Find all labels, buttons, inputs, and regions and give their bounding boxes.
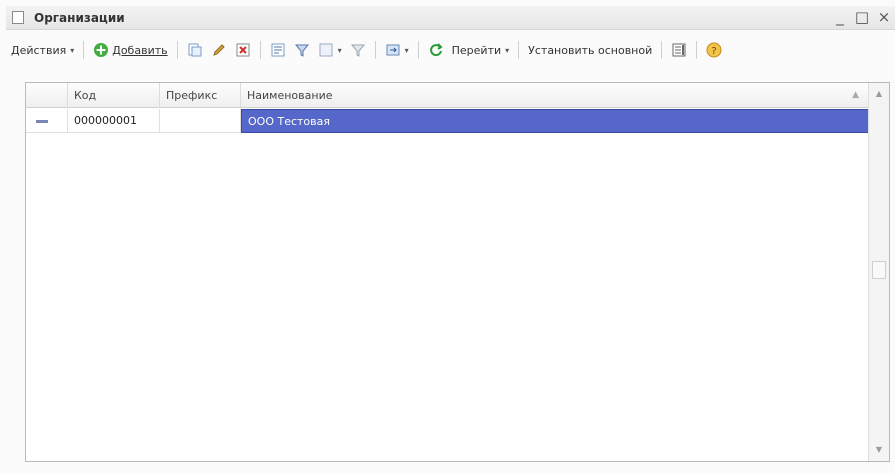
list-settings-icon xyxy=(271,43,285,57)
set-main-button[interactable]: Установить основной xyxy=(525,39,655,61)
title-bar: Организации _ □ × xyxy=(6,6,895,30)
minimize-button[interactable]: _ xyxy=(831,8,849,26)
chevron-down-icon: ▾ xyxy=(505,45,510,55)
column-header-name[interactable]: Наименование ▲ xyxy=(241,83,869,108)
filter-value-button[interactable]: ▾ xyxy=(315,39,345,61)
cell-code[interactable]: 000000001 xyxy=(68,109,160,133)
actions-menu-button[interactable]: Действия ▾ xyxy=(8,39,77,61)
toolbar-divider xyxy=(83,41,85,59)
chevron-down-icon: ▾ xyxy=(337,45,342,55)
maximize-button[interactable]: □ xyxy=(853,8,871,26)
columns-icon xyxy=(672,43,686,57)
table-row[interactable]: 000000001 ООО Тестовая xyxy=(26,109,869,133)
delete-icon xyxy=(236,43,250,57)
svg-text:?: ? xyxy=(712,46,717,57)
toolbar-divider xyxy=(661,41,663,59)
set-main-label: Установить основной xyxy=(528,43,653,57)
organizations-window: Организации _ □ × Действия ▾ Добавить ▾ … xyxy=(0,0,895,473)
list-settings-button[interactable] xyxy=(267,39,289,61)
toolbar-divider xyxy=(518,41,520,59)
toolbar-divider xyxy=(176,41,178,59)
cell-name[interactable]: ООО Тестовая xyxy=(241,109,869,133)
scrollbar-thumb[interactable] xyxy=(872,261,886,279)
row-marker-cell xyxy=(26,109,68,133)
sort-ascending-icon: ▲ xyxy=(852,90,859,100)
actions-label: Действия xyxy=(11,43,67,57)
table-header: Код Префикс Наименование ▲ xyxy=(26,83,869,108)
chevron-down-icon: ▾ xyxy=(404,45,409,55)
scroll-down-icon[interactable]: ▼ xyxy=(869,441,889,459)
help-icon: ? xyxy=(706,42,722,58)
structure-button[interactable]: ▾ xyxy=(382,39,412,61)
toolbar-divider xyxy=(417,41,419,59)
goto-label: Перейти xyxy=(451,43,502,57)
toolbar-divider xyxy=(259,41,261,59)
add-icon xyxy=(94,43,109,57)
scroll-up-icon[interactable]: ▲ xyxy=(869,85,889,103)
window-title: Организации xyxy=(34,10,125,25)
structure-icon xyxy=(386,44,400,56)
window-icon xyxy=(12,11,24,24)
toolbar: Действия ▾ Добавить ▾ ▾ Перейти ▾ Устано… xyxy=(8,37,895,63)
columns-button[interactable] xyxy=(668,39,690,61)
refresh-button[interactable] xyxy=(425,39,447,61)
goto-menu-button[interactable]: Перейти ▾ xyxy=(449,39,513,61)
clear-filter-icon xyxy=(350,44,365,57)
column-header-prefix[interactable]: Префикс xyxy=(160,83,241,108)
refresh-icon xyxy=(429,43,443,57)
row-marker-icon xyxy=(36,120,48,123)
copy-button[interactable] xyxy=(184,39,206,61)
column-header-name-label: Наименование xyxy=(247,89,333,102)
filter-button[interactable] xyxy=(291,39,313,61)
filter-icon xyxy=(294,44,309,57)
add-button[interactable]: Добавить xyxy=(90,39,170,61)
column-header-marker xyxy=(26,83,68,108)
toolbar-divider xyxy=(374,41,376,59)
clear-filter-button[interactable] xyxy=(347,39,369,61)
add-label: Добавить xyxy=(112,43,168,57)
help-button[interactable]: ? xyxy=(703,39,725,61)
vertical-scrollbar[interactable]: ▲ ▼ xyxy=(868,83,889,461)
delete-button[interactable] xyxy=(232,39,254,61)
column-header-code[interactable]: Код xyxy=(68,83,160,108)
edit-button[interactable] xyxy=(208,39,230,61)
close-button[interactable]: × xyxy=(875,8,893,26)
copy-icon xyxy=(188,43,202,57)
chevron-down-icon: ▾ xyxy=(70,45,75,55)
pencil-icon xyxy=(212,44,225,56)
filter-value-icon xyxy=(319,43,333,57)
window-controls: _ □ × xyxy=(831,8,893,26)
organizations-table: Код Префикс Наименование ▲ 000000001 ООО… xyxy=(25,82,890,462)
cell-prefix[interactable] xyxy=(160,109,241,133)
toolbar-divider xyxy=(696,41,698,59)
